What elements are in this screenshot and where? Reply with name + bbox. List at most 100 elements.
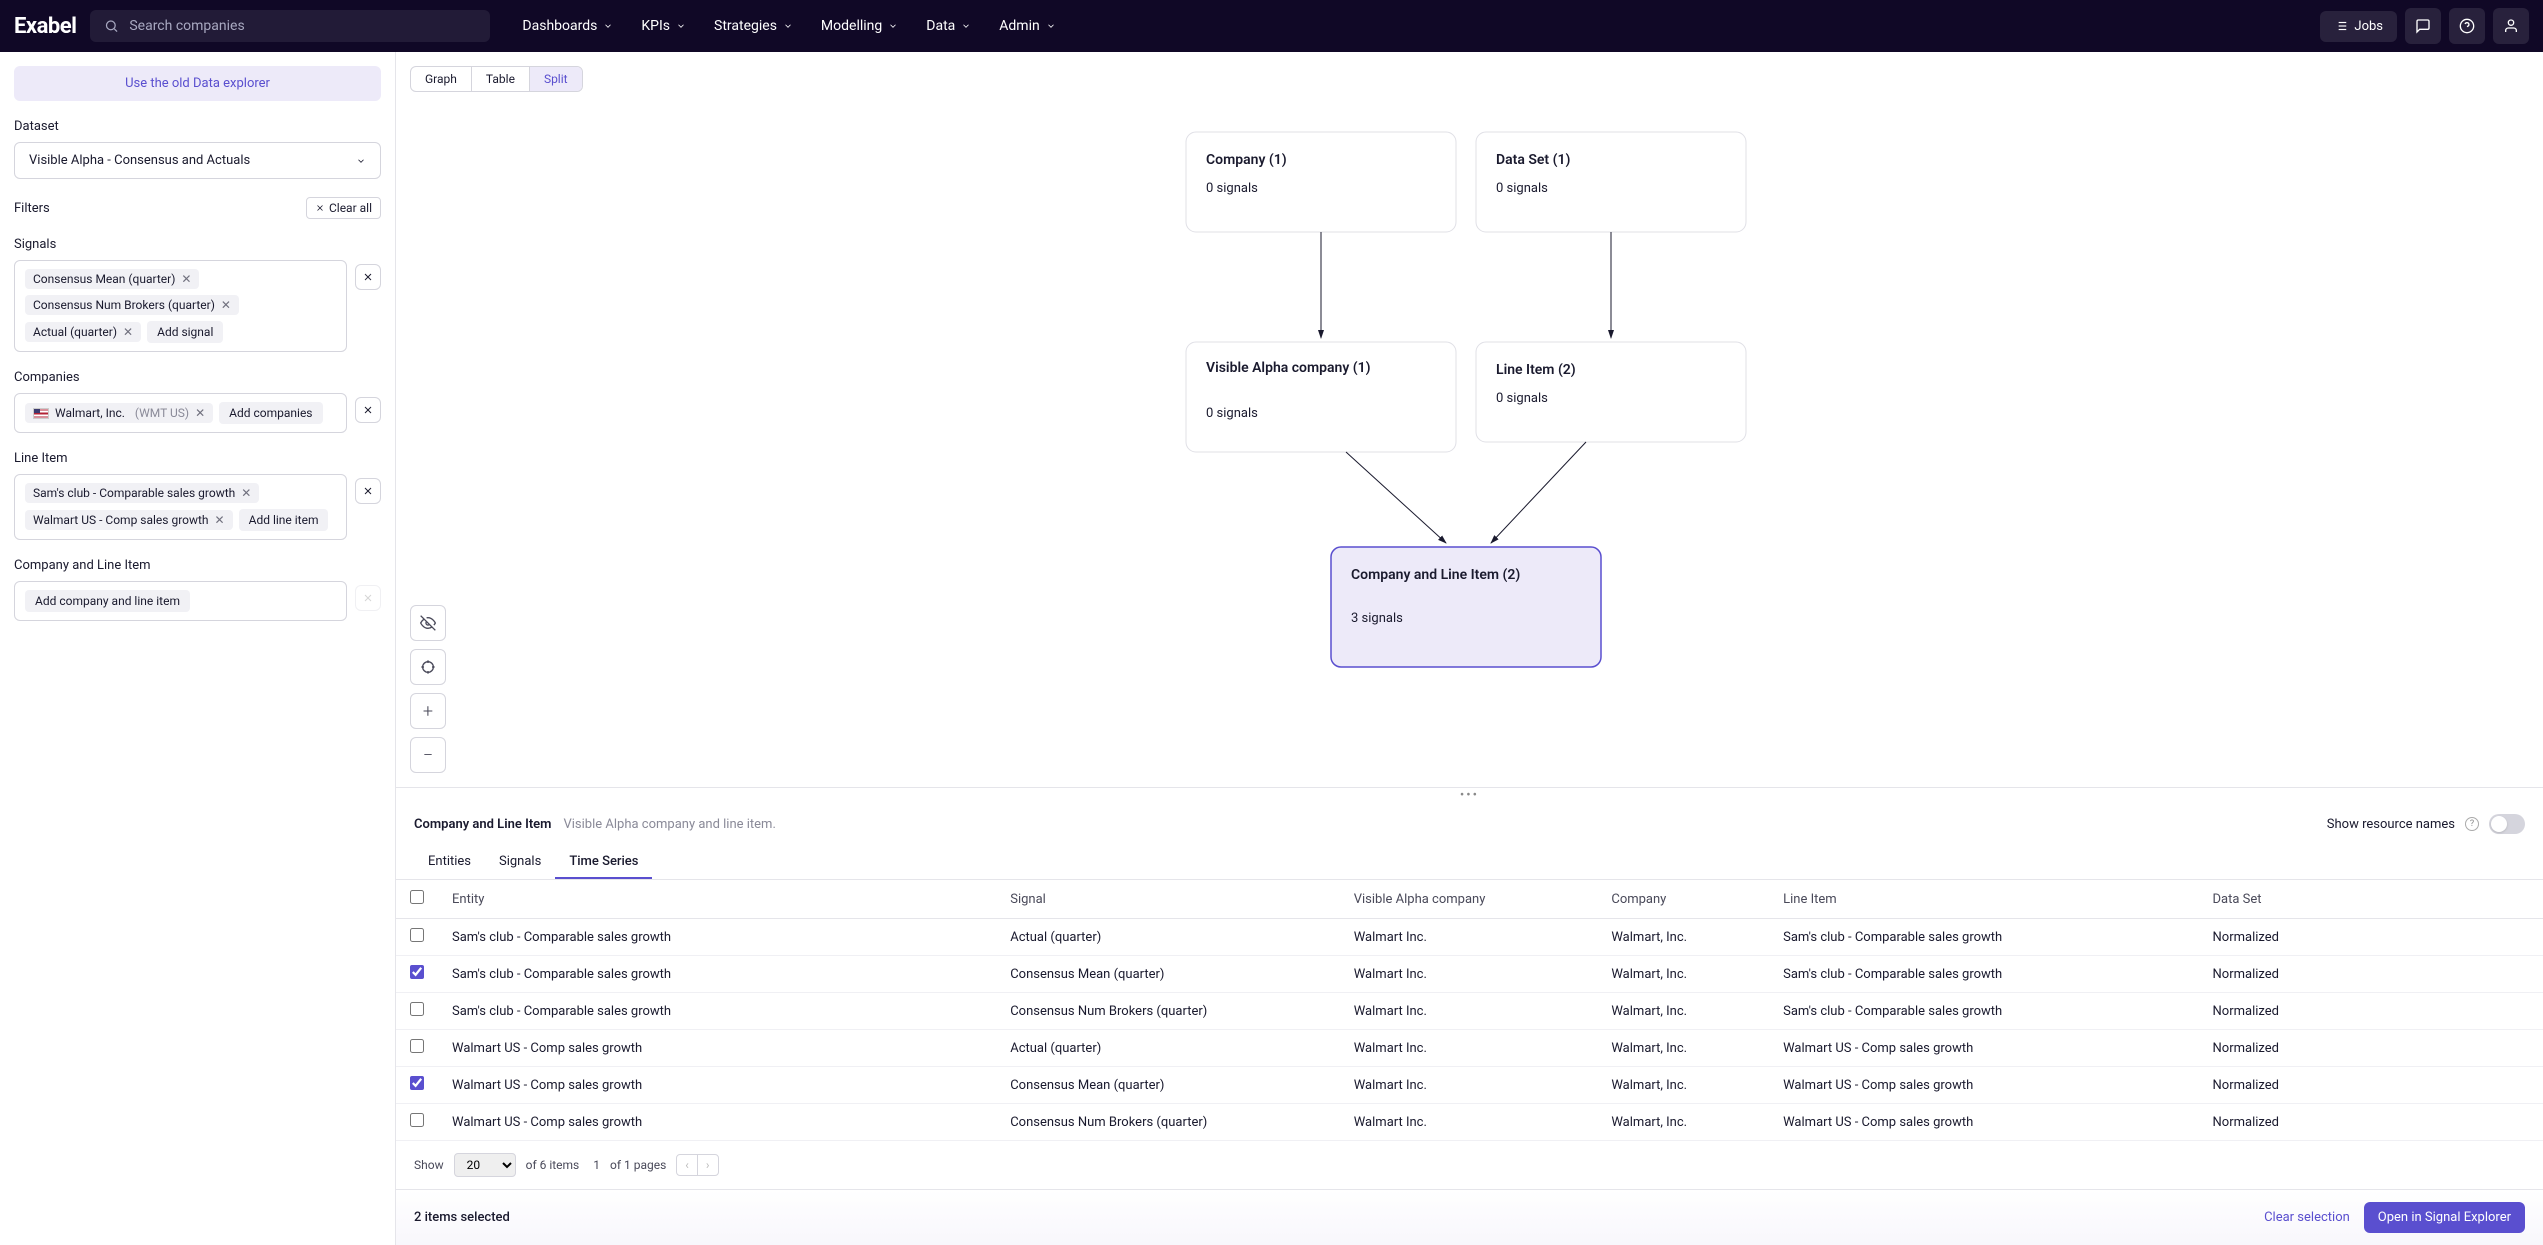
select-all-checkbox[interactable] — [410, 890, 424, 904]
remove-chip[interactable]: ✕ — [221, 298, 231, 312]
prev-page[interactable]: ‹ — [677, 1155, 698, 1175]
col-header[interactable]: Entity — [438, 880, 996, 919]
time-series-table: EntitySignalVisible Alpha companyCompany… — [396, 880, 2543, 1141]
row-checkbox[interactable] — [410, 928, 424, 942]
remove-companies-group[interactable] — [355, 397, 381, 423]
panel-drag-handle[interactable]: ••• — [396, 788, 2543, 802]
add-company-lineitem[interactable]: Add company and line item — [25, 590, 190, 612]
row-checkbox[interactable] — [410, 1002, 424, 1016]
svg-text:Data Set (1): Data Set (1) — [1496, 152, 1570, 168]
user-button[interactable] — [2493, 8, 2529, 44]
search-box[interactable] — [90, 10, 490, 42]
col-header[interactable]: Company — [1597, 880, 1769, 919]
nav-admin[interactable]: Admin — [987, 10, 1067, 42]
panel-tabs: EntitiesSignalsTime Series — [396, 846, 2543, 880]
add-companies[interactable]: Add companies — [219, 402, 322, 424]
nav-kpis[interactable]: KPIs — [629, 10, 698, 42]
table-row[interactable]: Walmart US - Comp sales growthConsensus … — [396, 1104, 2543, 1141]
logo: Exabel — [14, 14, 76, 39]
panel-tab-signals[interactable]: Signals — [485, 846, 555, 879]
next-page[interactable]: › — [698, 1155, 718, 1175]
search-icon — [104, 18, 119, 34]
svg-text:0 signals: 0 signals — [1206, 181, 1258, 196]
companies-group: Walmart, Inc. (WMT US) ✕ Add companies — [14, 393, 347, 433]
remove-chip[interactable]: ✕ — [241, 486, 251, 500]
companies-label: Companies — [14, 370, 381, 385]
col-header[interactable]: Signal — [996, 880, 1340, 919]
signal-chip: Consensus Num Brokers (quarter)✕ — [25, 295, 239, 315]
clear-all-button[interactable]: Clear all — [306, 197, 381, 219]
help-icon[interactable]: ? — [2465, 817, 2479, 831]
filters-label: Filters — [14, 201, 50, 216]
view-tab-split[interactable]: Split — [530, 67, 582, 91]
zoom-in[interactable]: + — [410, 693, 446, 729]
row-checkbox[interactable] — [410, 1039, 424, 1053]
recenter[interactable] — [410, 649, 446, 685]
eye-off-icon — [420, 615, 436, 631]
remove-lineitem-group[interactable] — [355, 478, 381, 504]
view-tab-graph[interactable]: Graph — [411, 67, 472, 91]
panel-tab-entities[interactable]: Entities — [414, 846, 485, 879]
old-explorer-link[interactable]: Use the old Data explorer — [14, 66, 381, 101]
toggle-visibility[interactable] — [410, 605, 446, 641]
x-icon — [362, 271, 374, 283]
sidebar: Use the old Data explorer Dataset Visibl… — [0, 52, 396, 1245]
lineitem-label: Line Item — [14, 451, 381, 466]
x-icon — [362, 592, 374, 604]
bottom-panel: Company and Line Item Visible Alpha comp… — [396, 802, 2543, 1245]
view-tabs: GraphTableSplit — [410, 66, 583, 92]
help-button[interactable] — [2449, 8, 2485, 44]
jobs-button[interactable]: Jobs — [2320, 11, 2397, 42]
page-size-select[interactable]: 20 — [454, 1153, 516, 1177]
col-header[interactable]: Line Item — [1769, 880, 2198, 919]
row-checkbox[interactable] — [410, 1076, 424, 1090]
x-icon — [362, 404, 374, 416]
table-row[interactable]: Walmart US - Comp sales growthActual (qu… — [396, 1030, 2543, 1067]
svg-text:0 signals: 0 signals — [1496, 181, 1548, 196]
nav-dashboards[interactable]: Dashboards — [510, 10, 625, 42]
dataset-dropdown[interactable]: Visible Alpha - Consensus and Actuals — [14, 142, 381, 179]
help-icon — [2459, 18, 2475, 34]
svg-text:Company (1): Company (1) — [1206, 152, 1287, 168]
chat-button[interactable] — [2405, 8, 2441, 44]
list-icon — [2334, 19, 2348, 33]
row-checkbox[interactable] — [410, 965, 424, 979]
remove-chip[interactable]: ✕ — [181, 272, 191, 286]
table-row[interactable]: Sam's club - Comparable sales growthCons… — [396, 993, 2543, 1030]
remove-company-lineitem-group — [355, 585, 381, 611]
table-row[interactable]: Sam's club - Comparable sales growthActu… — [396, 919, 2543, 956]
pager: Show 20 of 6 items 1 of 1 pages ‹ › — [396, 1141, 2543, 1189]
add-lineitem[interactable]: Add line item — [239, 509, 329, 531]
remove-signals-group[interactable] — [355, 264, 381, 290]
table-row[interactable]: Sam's club - Comparable sales growthCons… — [396, 956, 2543, 993]
clear-selection[interactable]: Clear selection — [2264, 1210, 2350, 1225]
graph-canvas[interactable]: Company (1) 0 signals Data Set (1) 0 sig… — [396, 92, 2543, 788]
row-checkbox[interactable] — [410, 1113, 424, 1127]
remove-chip[interactable]: ✕ — [215, 513, 225, 527]
remove-chip[interactable]: ✕ — [123, 325, 133, 339]
nav-modelling[interactable]: Modelling — [809, 10, 910, 42]
nav-data[interactable]: Data — [914, 10, 983, 42]
svg-text:Visible Alpha company (1): Visible Alpha company (1) — [1206, 360, 1371, 376]
remove-chip[interactable]: ✕ — [195, 406, 205, 420]
svg-text:0 signals: 0 signals — [1496, 391, 1548, 406]
main-area: GraphTableSplit Company (1) 0 signals Da… — [396, 52, 2543, 1245]
table-row[interactable]: Walmart US - Comp sales growthConsensus … — [396, 1067, 2543, 1104]
zoom-out[interactable]: − — [410, 737, 446, 773]
panel-tab-time-series[interactable]: Time Series — [555, 846, 652, 879]
x-icon — [315, 203, 325, 213]
search-input[interactable] — [129, 18, 476, 34]
panel-subtitle: Visible Alpha company and line item. — [563, 817, 775, 832]
col-header[interactable]: Data Set — [2199, 880, 2543, 919]
signals-label: Signals — [14, 237, 381, 252]
view-tab-table[interactable]: Table — [472, 67, 530, 91]
panel-title: Company and Line Item — [414, 817, 551, 832]
user-icon — [2503, 18, 2519, 34]
chevron-down-icon — [356, 156, 366, 166]
open-signal-explorer[interactable]: Open in Signal Explorer — [2364, 1202, 2525, 1233]
show-resource-toggle[interactable] — [2489, 814, 2525, 834]
col-header[interactable]: Visible Alpha company — [1340, 880, 1598, 919]
nav-strategies[interactable]: Strategies — [702, 10, 805, 42]
add-signal[interactable]: Add signal — [147, 321, 223, 343]
svg-text:Company and Line Item (2): Company and Line Item (2) — [1351, 567, 1520, 583]
